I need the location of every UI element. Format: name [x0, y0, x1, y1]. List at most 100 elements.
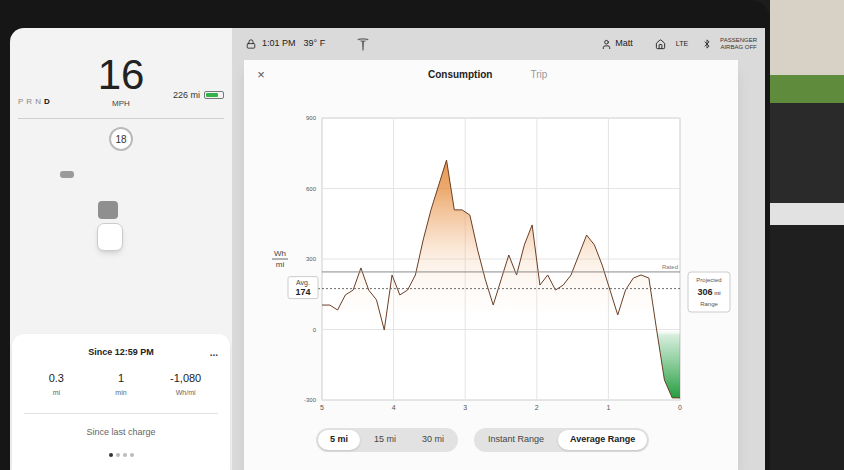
temperature: 39° F [304, 37, 326, 51]
consumption-segment [478, 250, 486, 280]
consumption-segment [439, 160, 447, 185]
tesla-logo-icon [357, 38, 369, 51]
range-mode-selector: Instant RangeAverage Range [474, 428, 649, 452]
trip-stat: 1min [89, 370, 154, 399]
grid-line [322, 188, 680, 189]
page-dot[interactable] [109, 453, 113, 457]
airbag-status: PASSENGERAIRBAG OFF [720, 37, 757, 50]
consumption-segment [431, 185, 439, 210]
consumption-segment [447, 160, 455, 210]
consumption-segment [322, 305, 330, 306]
plot-area [322, 118, 680, 400]
page-dot[interactable] [130, 453, 134, 457]
trip-card-menu[interactable]: ... [210, 345, 218, 360]
x-tick: 5 [320, 404, 324, 411]
consumption-segment [587, 235, 595, 245]
consumption-segment [524, 225, 532, 245]
status-bar: 1:01 PM39° FMattLTEPASSENGERAIRBAG OFF [232, 28, 765, 60]
dialog-tab[interactable]: Consumption [428, 67, 492, 82]
consumption-segment [555, 285, 563, 290]
outside-view [770, 0, 844, 470]
rated-label: Rated [662, 264, 678, 270]
segment-button[interactable]: 5 mi [318, 430, 360, 450]
consumption-segment [376, 300, 384, 330]
segment-button[interactable]: Average Range [558, 430, 647, 450]
consumption-segment [369, 290, 377, 300]
gear[interactable]: N [35, 96, 41, 108]
network-status: LTE [676, 39, 688, 50]
consumption-segment [493, 280, 501, 305]
consumption-segment [470, 215, 478, 250]
gear[interactable]: D [44, 96, 50, 108]
road-view [10, 151, 232, 334]
y-tick: 300 [306, 256, 317, 262]
photo-frame: PRND16MPH226 mi18Since 12:59 PM...0.3mi1… [0, 0, 844, 470]
consumption-segment [649, 278, 657, 330]
trip-card-footer[interactable]: Since last charge [24, 426, 218, 440]
consumption-segment [633, 275, 641, 278]
separator [18, 118, 224, 119]
y-tick: 600 [306, 186, 317, 192]
speed-unit: MPH [112, 98, 130, 110]
dialog-tabs: Consumption Trip [428, 67, 547, 82]
range: 226 mi [173, 89, 200, 103]
driving-panel: PRND16MPH226 mi18Since 12:59 PM...0.3mi1… [10, 28, 232, 470]
y-tick: 900 [306, 115, 317, 121]
dialog-tab[interactable]: Trip [530, 67, 547, 82]
consumption-segment [485, 280, 493, 305]
x-tick: 1 [606, 404, 610, 411]
consumption-segment [345, 290, 353, 295]
x-tick: 4 [392, 404, 396, 411]
main-area: 1:01 PM39° FMattLTEPASSENGERAIRBAG OFF×C… [232, 28, 765, 470]
y-tick: 0 [313, 327, 317, 333]
consumption-segment [618, 290, 626, 315]
consumption-segment [501, 255, 509, 280]
consumption-segment [602, 265, 610, 290]
consumption-segment [361, 268, 369, 290]
consumption-segment [338, 295, 346, 310]
consumption-segment [330, 305, 338, 310]
gear[interactable]: P [18, 96, 23, 108]
consumption-segment [415, 240, 423, 275]
lock-icon[interactable] [246, 39, 256, 49]
consumption-area [322, 160, 680, 398]
consumption-segment [594, 245, 602, 265]
gear[interactable]: R [26, 96, 32, 108]
segment-button[interactable]: 15 mi [362, 430, 408, 450]
consumption-segment [384, 275, 392, 330]
svg-text:Range: Range [700, 301, 718, 307]
consumption-segment [610, 290, 618, 315]
consumption-dialog: ×ConsumptionTripRated9006003000-30054321… [244, 60, 738, 470]
rated-line [322, 271, 680, 272]
home-icon[interactable] [655, 39, 666, 50]
close-button[interactable]: × [254, 67, 268, 81]
consumption-segment [540, 275, 548, 285]
consumption-segment [657, 330, 665, 380]
projected-range-badge: Projected306 miRange [688, 272, 730, 312]
user-icon[interactable] [601, 39, 612, 50]
x-tick: 2 [535, 404, 539, 411]
consumption-segment [517, 245, 525, 275]
consumption-segment [423, 210, 431, 240]
vehicle-icon [98, 201, 118, 219]
bluetooth-icon[interactable] [702, 39, 712, 49]
consumption-segment [579, 235, 587, 255]
trip-card: Since 12:59 PM...0.3mi1min-1,080Wh/miSin… [12, 334, 230, 470]
svg-text:Projected: Projected [696, 277, 721, 283]
grid-line [322, 400, 680, 401]
page-dot[interactable] [123, 453, 127, 457]
trip-card-title: Since 12:59 PM [88, 346, 154, 360]
svg-text:Wh: Wh [274, 249, 286, 258]
consumption-chart: Rated9006003000-300543210WhmiAvg.174Proj… [244, 88, 738, 418]
consumption-segment [672, 397, 680, 398]
svg-text:174: 174 [295, 287, 310, 297]
grid-line [322, 118, 680, 119]
segment-button[interactable]: 30 mi [410, 430, 456, 450]
user-name[interactable]: Matt [615, 37, 633, 51]
gear-selector[interactable]: PRND [18, 96, 87, 110]
consumption-segment [454, 209, 462, 210]
segment-button[interactable]: Instant Range [476, 430, 556, 450]
page-dot[interactable] [116, 453, 120, 457]
trip-stat: 0.3mi [24, 370, 89, 399]
unit-label: Whmi [272, 249, 288, 269]
